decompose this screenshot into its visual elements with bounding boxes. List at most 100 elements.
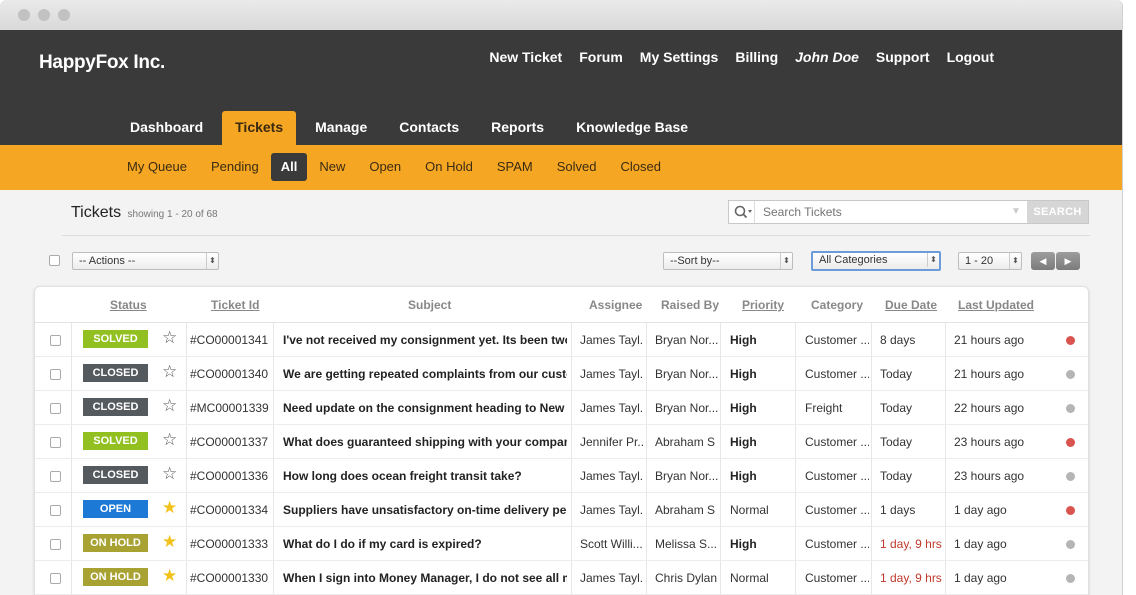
filter-new[interactable]: New	[307, 153, 357, 181]
row-checkbox[interactable]	[50, 437, 61, 448]
star-icon[interactable]: ★	[162, 567, 177, 585]
top-nav-forum[interactable]: Forum	[579, 49, 623, 65]
top-nav-my-settings[interactable]: My Settings	[640, 49, 719, 65]
search-options-button[interactable]	[729, 201, 755, 223]
ticket-id[interactable]: #CO00001340	[190, 367, 268, 381]
top-nav-logout[interactable]: Logout	[947, 49, 994, 65]
row-checkbox[interactable]	[50, 539, 61, 550]
column-divider	[71, 323, 72, 356]
tab-manage[interactable]: Manage	[302, 111, 380, 145]
filter-closed[interactable]: Closed	[609, 153, 673, 181]
top-nav-support[interactable]: Support	[876, 49, 930, 65]
table-row[interactable]: ON HOLD ★ #CO00001333 What do I do if my ca…	[35, 527, 1088, 561]
filter-pending[interactable]: Pending	[199, 153, 271, 181]
ticket-id[interactable]: #CO00001337	[190, 435, 268, 449]
filter-solved[interactable]: Solved	[545, 153, 609, 181]
row-checkbox[interactable]	[50, 369, 61, 380]
star-icon[interactable]: ★	[162, 499, 177, 517]
filter-open[interactable]: Open	[357, 153, 413, 181]
search-dropdown-icon[interactable]: ▼	[1011, 206, 1021, 217]
column-divider	[945, 323, 946, 356]
category-select[interactable]: All Categories ⬍	[811, 251, 941, 271]
row-checkbox[interactable]	[50, 335, 61, 346]
table-row[interactable]: OPEN ★ #CO00001334 Suppliers have unsatisfa…	[35, 493, 1088, 527]
search-button[interactable]: SEARCH	[1027, 201, 1088, 223]
select-all-checkbox[interactable]	[49, 255, 60, 266]
ticket-subject[interactable]: What do I do if my card is expired?	[283, 537, 567, 551]
star-icon[interactable]: ☆	[162, 431, 177, 449]
filter-all[interactable]: All	[270, 153, 308, 181]
previous-page-button[interactable]: ◀	[1031, 252, 1055, 270]
ticket-subject[interactable]: When I sign into Money Manager, I do not…	[283, 571, 567, 585]
ticket-subject[interactable]: How long does ocean freight transit take…	[283, 469, 567, 483]
last-updated: 1 day ago	[954, 571, 1007, 585]
ticket-id[interactable]: #CO00001341	[190, 333, 268, 347]
status-badge[interactable]: OPEN	[83, 500, 148, 518]
column-divider	[871, 561, 872, 594]
table-row[interactable]: CLOSED ☆ #CO00001340 We are getting repeate…	[35, 357, 1088, 391]
column-divider	[945, 493, 946, 526]
column-priority[interactable]: Priority	[742, 298, 784, 312]
column-divider	[871, 357, 872, 390]
ticket-subject[interactable]: What does guaranteed shipping with your …	[283, 435, 567, 449]
zoom-window-button[interactable]	[58, 9, 70, 21]
ticket-id[interactable]: #MC00001339	[190, 401, 269, 415]
table-row[interactable]: CLOSED ☆ #MC00001339 Need update on the con…	[35, 391, 1088, 425]
tab-tickets[interactable]: Tickets	[222, 111, 297, 145]
star-icon[interactable]: ☆	[162, 363, 177, 381]
top-nav-new-ticket[interactable]: New Ticket	[489, 49, 562, 65]
ticket-subject[interactable]: I've not received my consignment yet. It…	[283, 333, 567, 347]
row-checkbox[interactable]	[50, 403, 61, 414]
column-divider	[186, 561, 187, 594]
star-icon[interactable]: ☆	[162, 329, 177, 347]
row-checkbox[interactable]	[50, 573, 61, 584]
tab-reports[interactable]: Reports	[478, 111, 557, 145]
table-row[interactable]: CLOSED ☆ #CO00001336 How long does ocean fr…	[35, 459, 1088, 493]
table-row[interactable]: SOLVED ☆ #CO00001341 I've not received my c…	[35, 323, 1088, 357]
tab-contacts[interactable]: Contacts	[386, 111, 472, 145]
ticket-id[interactable]: #CO00001334	[190, 503, 268, 517]
column-ticket-id[interactable]: Ticket Id	[211, 298, 259, 312]
status-badge[interactable]: SOLVED	[83, 330, 148, 348]
sort-select[interactable]: --Sort by-- ⬍	[663, 252, 793, 270]
minimize-window-button[interactable]	[38, 9, 50, 21]
star-icon[interactable]: ☆	[162, 397, 177, 415]
status-badge[interactable]: SOLVED	[83, 432, 148, 450]
table-row[interactable]: ON HOLD ★ #CO00001330 When I sign into Mone…	[35, 561, 1088, 595]
actions-select[interactable]: -- Actions -- ⬍	[72, 252, 219, 270]
column-last-updated[interactable]: Last Updated	[958, 298, 1034, 312]
top-nav-billing[interactable]: Billing	[735, 49, 778, 65]
tab-dashboard[interactable]: Dashboard	[117, 111, 216, 145]
page-range-select[interactable]: 1 - 20 ⬍	[958, 252, 1022, 270]
filter-on-hold[interactable]: On Hold	[413, 153, 485, 181]
filter-spam[interactable]: SPAM	[485, 153, 545, 181]
status-badge[interactable]: ON HOLD	[83, 568, 148, 586]
filter-my-queue[interactable]: My Queue	[115, 153, 199, 181]
status-dot	[1066, 336, 1075, 345]
star-icon[interactable]: ☆	[162, 465, 177, 483]
close-window-button[interactable]	[18, 9, 30, 21]
table-row[interactable]: SOLVED ☆ #CO00001337 What does guaranteed s…	[35, 425, 1088, 459]
status-badge[interactable]: CLOSED	[83, 398, 148, 416]
row-checkbox[interactable]	[50, 505, 61, 516]
status-badge[interactable]: ON HOLD	[83, 534, 148, 552]
star-icon[interactable]: ★	[162, 533, 177, 551]
raised-by: Melissa S...	[655, 537, 718, 551]
ticket-subject[interactable]: Need update on the consignment heading t…	[283, 401, 567, 415]
status-badge[interactable]: CLOSED	[83, 364, 148, 382]
status-badge[interactable]: CLOSED	[83, 466, 148, 484]
ticket-id[interactable]: #CO00001333	[190, 537, 268, 551]
column-status[interactable]: Status	[110, 298, 147, 312]
tab-knowledge-base[interactable]: Knowledge Base	[563, 111, 701, 145]
column-due-date[interactable]: Due Date	[885, 298, 937, 312]
row-checkbox[interactable]	[50, 471, 61, 482]
ticket-id[interactable]: #CO00001336	[190, 469, 268, 483]
column-divider	[571, 493, 572, 526]
ticket-subject[interactable]: Suppliers have unsatisfactory on-time de…	[283, 503, 567, 517]
ticket-subject[interactable]: We are getting repeated complaints from …	[283, 367, 567, 381]
brand-logo[interactable]: HappyFox Inc.	[39, 52, 165, 74]
ticket-id[interactable]: #CO00001330	[190, 571, 268, 585]
top-nav-john-doe[interactable]: John Doe	[795, 49, 859, 65]
search-input[interactable]	[763, 204, 1003, 220]
next-page-button[interactable]: ▶	[1056, 252, 1080, 270]
